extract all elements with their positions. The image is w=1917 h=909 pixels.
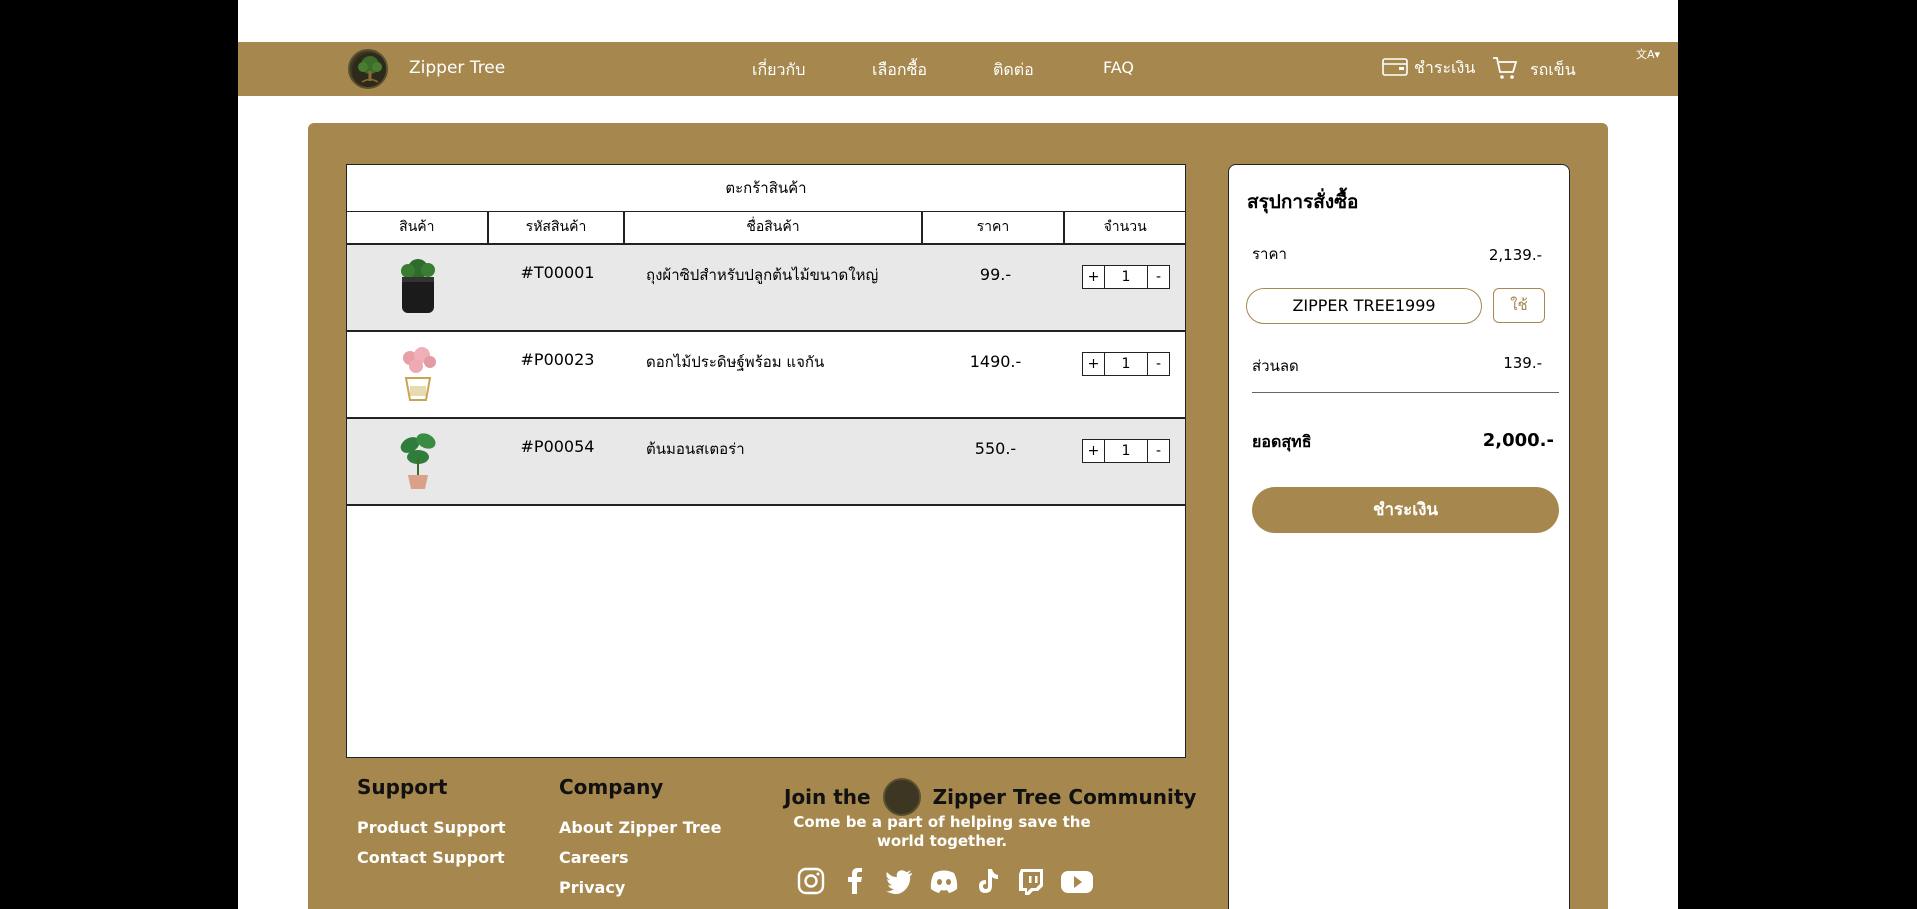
- increase-qty-button[interactable]: +: [1083, 266, 1105, 288]
- checkout-button[interactable]: ชำระเงิน: [1252, 487, 1559, 533]
- total-label: ยอดสุทธิ: [1252, 432, 1312, 451]
- summary-title: สรุปการสั่งซื้อ: [1247, 191, 1359, 213]
- facebook-icon[interactable]: [840, 866, 870, 896]
- community-tagline: Come be a part of helping save the world…: [793, 813, 1091, 850]
- nav-shop[interactable]: เลือกซื้อ: [872, 58, 927, 83]
- price-value: 2,139.-: [1488, 246, 1542, 264]
- header-code: รหัสสินค้า: [489, 212, 626, 243]
- summary-total-row: ยอดสุทธิ 2,000.-: [1252, 430, 1554, 455]
- header-product: สินค้า: [347, 212, 489, 243]
- brand-logo[interactable]: [348, 49, 388, 89]
- product-name: ถุงผ้าซิปสำหรับปลูกต้นไม้ขนาดใหญ่: [646, 266, 879, 284]
- increase-qty-button[interactable]: +: [1083, 440, 1105, 462]
- social-links: [796, 866, 1093, 896]
- top-navbar: Zipper Tree เกี่ยวกับ เลือกซื้อ ติดต่อ F…: [238, 42, 1678, 96]
- company-heading: Company: [559, 775, 664, 799]
- nav-cart[interactable]: รถเข็น: [1492, 56, 1576, 84]
- nav-cart-label: รถเข็น: [1530, 59, 1576, 79]
- apply-coupon-button[interactable]: ใช้: [1493, 288, 1545, 323]
- language-switcher[interactable]: 文A▾: [1636, 46, 1660, 62]
- quantity-stepper: + 1 -: [1082, 439, 1170, 463]
- product-price: 1490.-: [969, 352, 1022, 371]
- table-row: #T00001 ถุงผ้าซิปสำหรับปลูกต้นไม้ขนาดใหญ…: [347, 245, 1185, 332]
- youtube-icon[interactable]: [1060, 866, 1093, 896]
- wallet-icon: [1382, 57, 1408, 81]
- product-price: 550.-: [974, 439, 1017, 458]
- increase-qty-button[interactable]: +: [1083, 353, 1105, 375]
- order-summary: สรุปการสั่งซื้อ ราคา 2,139.- ZIPPER TREE…: [1228, 164, 1570, 909]
- nav-about[interactable]: เกี่ยวกับ: [752, 58, 805, 83]
- twitch-icon[interactable]: [1016, 866, 1046, 896]
- product-image-grow-bag: [392, 255, 444, 319]
- summary-discount-row: ส่วนลด 139.-: [1252, 354, 1552, 378]
- privacy-link[interactable]: Privacy: [559, 878, 625, 897]
- total-value: 2,000.-: [1482, 430, 1554, 451]
- join-prefix: Join the: [784, 785, 871, 809]
- nav-checkout-label: ชำระเงิน: [1414, 58, 1476, 77]
- product-image-flower-vase: [392, 342, 444, 406]
- discount-label: ส่วนลด: [1252, 357, 1299, 375]
- quantity-value[interactable]: 1: [1105, 266, 1147, 288]
- discord-icon[interactable]: [928, 866, 958, 896]
- quantity-value[interactable]: 1: [1105, 440, 1147, 462]
- discount-value: 139.-: [1503, 354, 1542, 372]
- price-label: ราคา: [1252, 245, 1287, 263]
- product-name: ต้นมอนสเตอร่า: [646, 440, 745, 458]
- product-price: 99.-: [979, 265, 1012, 284]
- summary-price-row: ราคา 2,139.-: [1252, 242, 1552, 266]
- product-code: #T00001: [520, 263, 595, 282]
- table-row: #P00054 ต้นมอนสเตอร่า 550.- + 1 -: [347, 419, 1185, 506]
- cart-icon: [1492, 56, 1518, 84]
- join-suffix: Zipper Tree Community: [932, 785, 1197, 809]
- community-heading: Join the Zipper Tree Community: [784, 778, 1196, 816]
- community-logo: [882, 778, 921, 816]
- product-support-link[interactable]: Product Support: [357, 818, 506, 837]
- about-link[interactable]: About Zipper Tree: [559, 818, 722, 837]
- cart-table: ตะกร้าสินค้า สินค้า รหัสสินค้า ชื่อสินค้…: [346, 164, 1186, 758]
- twitter-icon[interactable]: [884, 866, 914, 896]
- quantity-stepper: + 1 -: [1082, 352, 1170, 376]
- careers-link[interactable]: Careers: [559, 848, 629, 867]
- header-qty: จำนวน: [1103, 219, 1147, 235]
- header-price: ราคา: [923, 212, 1066, 243]
- nav-faq[interactable]: FAQ: [1103, 58, 1134, 77]
- table-row: #P00023 ดอกไม้ประดิษฐ์พร้อม แจกัน 1490.-…: [347, 332, 1185, 419]
- brand-name[interactable]: Zipper Tree: [409, 58, 505, 78]
- page: Zipper Tree เกี่ยวกับ เลือกซื้อ ติดต่อ F…: [238, 0, 1678, 909]
- product-image-monstera: [392, 429, 444, 493]
- contact-support-link[interactable]: Contact Support: [357, 848, 505, 867]
- cart-title: ตะกร้าสินค้า: [347, 165, 1185, 212]
- product-code: #P00023: [520, 350, 595, 369]
- header-name: ชื่อสินค้า: [625, 212, 923, 243]
- decrease-qty-button[interactable]: -: [1147, 266, 1169, 288]
- quantity-stepper: + 1 -: [1082, 265, 1170, 289]
- product-name: ดอกไม้ประดิษฐ์พร้อม แจกัน: [646, 353, 825, 371]
- coupon-input[interactable]: ZIPPER TREE1999: [1246, 288, 1482, 324]
- summary-divider: [1252, 392, 1559, 393]
- support-heading: Support: [357, 775, 448, 799]
- instagram-icon[interactable]: [796, 866, 826, 896]
- quantity-value[interactable]: 1: [1105, 353, 1147, 375]
- decrease-qty-button[interactable]: -: [1147, 440, 1169, 462]
- product-code: #P00054: [520, 437, 595, 456]
- nav-checkout[interactable]: ชำระเงิน: [1382, 56, 1475, 81]
- cart-header-row: สินค้า รหัสสินค้า ชื่อสินค้า ราคา จำนวน: [347, 212, 1185, 245]
- decrease-qty-button[interactable]: -: [1147, 353, 1169, 375]
- tiktok-icon[interactable]: [972, 866, 1002, 896]
- main-panel: ตะกร้าสินค้า สินค้า รหัสสินค้า ชื่อสินค้…: [308, 123, 1608, 909]
- nav-contact[interactable]: ติดต่อ: [993, 58, 1034, 83]
